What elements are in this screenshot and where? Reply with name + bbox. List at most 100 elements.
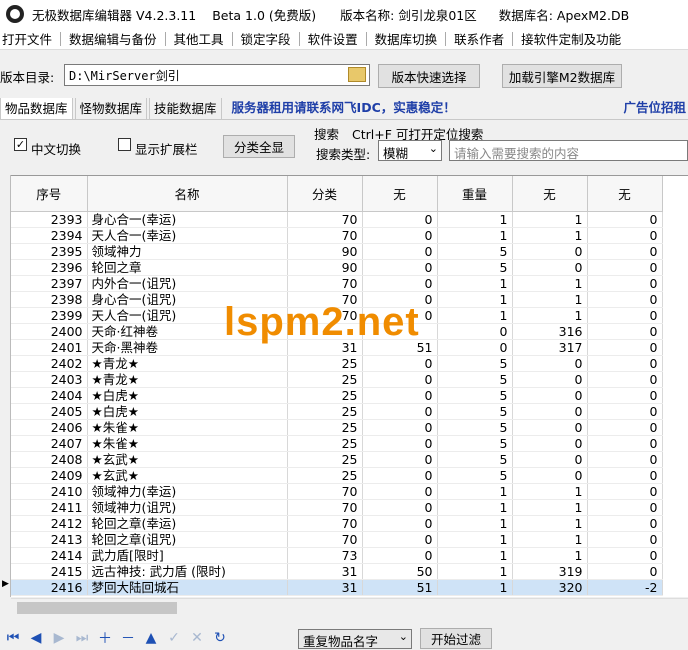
table-cell[interactable]: 2393 [11, 211, 88, 228]
menu-contact[interactable]: 联系作者 [446, 29, 512, 48]
table-row[interactable]: 2396 轮回之章 90 0 5 0 0 [11, 259, 663, 276]
table-cell[interactable]: 0 [362, 403, 438, 420]
table-cell[interactable]: 1 [437, 531, 513, 548]
table-cell[interactable]: 0 [362, 419, 438, 436]
table-cell[interactable]: 5 [437, 387, 513, 404]
table-cell[interactable]: 2400 [11, 323, 88, 340]
table-cell[interactable]: 1 [512, 227, 588, 244]
table-cell[interactable]: 25 [287, 387, 363, 404]
table-row[interactable]: 2409 ★玄武★ 25 0 5 0 0 [11, 467, 663, 484]
table-cell[interactable]: 317 [512, 339, 588, 356]
table-row[interactable]: 2414 武力盾[限时] 73 0 1 1 0 [11, 547, 663, 564]
table-cell[interactable]: 0 [587, 243, 663, 260]
table-cell[interactable]: 0 [512, 387, 588, 404]
table-cell[interactable]: 0 [512, 259, 588, 276]
menu-settings[interactable]: 软件设置 [300, 29, 366, 48]
table-cell[interactable]: 0 [362, 387, 438, 404]
table-row[interactable]: 2402 ★青龙★ 25 0 5 0 0 [11, 355, 663, 372]
table-cell[interactable]: 1 [512, 275, 588, 292]
refresh-icon[interactable]: ↻ [210, 628, 230, 648]
prior-icon[interactable]: ◀ [26, 628, 46, 648]
table-cell[interactable]: 轮回之章(诅咒) [87, 531, 288, 548]
table-cell[interactable]: 0 [587, 291, 663, 308]
table-cell[interactable]: 2397 [11, 275, 88, 292]
table-cell[interactable]: -2 [587, 579, 663, 596]
table-cell[interactable]: 0 [587, 435, 663, 452]
table-cell[interactable]: 0 [362, 275, 438, 292]
chinese-checkbox[interactable]: ✓ [14, 138, 27, 151]
table-cell[interactable]: 25 [287, 371, 363, 388]
table-cell[interactable]: 1 [512, 291, 588, 308]
table-row[interactable]: 2395 领域神力 90 0 5 0 0 [11, 243, 663, 260]
table-cell[interactable]: 2404 [11, 387, 88, 404]
table-row[interactable]: 2408 ★玄武★ 25 0 5 0 0 [11, 451, 663, 468]
table-cell[interactable]: 远古神技: 武力盾 (限时) [87, 563, 288, 580]
table-cell[interactable]: 天人合一(幸运) [87, 227, 288, 244]
table-cell[interactable]: 1 [437, 483, 513, 500]
table-cell[interactable]: 0 [587, 483, 663, 500]
table-row[interactable]: 2406 ★朱雀★ 25 0 5 0 0 [11, 419, 663, 436]
column-header[interactable]: 无 [362, 176, 438, 212]
table-cell[interactable]: 0 [512, 451, 588, 468]
table-cell[interactable]: 5 [437, 355, 513, 372]
table-row[interactable]: 2412 轮回之章(幸运) 70 0 1 1 0 [11, 515, 663, 532]
table-row[interactable]: 2403 ★青龙★ 25 0 5 0 0 [11, 371, 663, 388]
table-cell[interactable]: 轮回之章(幸运) [87, 515, 288, 532]
table-cell[interactable]: 0 [362, 531, 438, 548]
table-cell[interactable]: 1 [437, 291, 513, 308]
menu-lock-fields[interactable]: 锁定字段 [233, 29, 299, 48]
menu-other-tools[interactable]: 其他工具 [166, 29, 232, 48]
table-row[interactable]: 2415 远古神技: 武力盾 (限时) 31 50 1 319 0 [11, 563, 663, 580]
table-cell[interactable]: ★白虎★ [87, 403, 288, 420]
table-cell[interactable]: 2409 [11, 467, 88, 484]
table-cell[interactable]: 1 [512, 547, 588, 564]
menu-open-file[interactable]: 打开文件 [0, 29, 60, 48]
table-cell[interactable]: 0 [362, 483, 438, 500]
table-cell[interactable]: 5 [437, 451, 513, 468]
table-cell[interactable]: 1 [512, 307, 588, 324]
column-header[interactable]: 重量 [437, 176, 513, 212]
table-cell[interactable]: 1 [437, 211, 513, 228]
tab-skills[interactable]: 技能数据库 [149, 98, 222, 119]
table-cell[interactable]: 25 [287, 419, 363, 436]
table-cell[interactable]: 0 [587, 259, 663, 276]
table-cell[interactable]: 70 [287, 499, 363, 516]
dup-name-select[interactable]: 重复物品名字 ⌄ [298, 629, 412, 649]
table-cell[interactable]: 1 [437, 515, 513, 532]
table-cell[interactable]: 25 [287, 355, 363, 372]
table-cell[interactable]: 1 [437, 307, 513, 324]
table-cell[interactable]: 0 [587, 499, 663, 516]
table-row[interactable]: 2393 身心合一(幸运) 70 0 1 1 0 [11, 211, 663, 228]
table-cell[interactable]: 5 [437, 371, 513, 388]
table-cell[interactable]: 0 [362, 211, 438, 228]
next-icon[interactable]: ▶ [49, 628, 69, 648]
quick-select-button[interactable]: 版本快速选择 [378, 64, 480, 88]
table-cell[interactable]: 70 [287, 227, 363, 244]
table-row[interactable]: 2413 轮回之章(诅咒) 70 0 1 1 0 [11, 531, 663, 548]
table-cell[interactable]: ★玄武★ [87, 467, 288, 484]
table-cell[interactable]: ★朱雀★ [87, 419, 288, 436]
table-cell[interactable]: 2406 [11, 419, 88, 436]
table-cell[interactable]: ★朱雀★ [87, 435, 288, 452]
filter-button[interactable]: 开始过滤 [420, 628, 492, 649]
table-row[interactable]: 2397 内外合一(诅咒) 70 0 1 1 0 [11, 275, 663, 292]
cancel-icon[interactable]: ✕ [187, 628, 207, 648]
table-cell[interactable]: 73 [287, 547, 363, 564]
table-cell[interactable]: 身心合一(幸运) [87, 211, 288, 228]
edit-icon[interactable]: ▲ [141, 628, 161, 648]
table-cell[interactable]: 2401 [11, 339, 88, 356]
table-cell[interactable]: 梦回大陆回城石 [87, 579, 288, 596]
table-cell[interactable]: 31 [287, 563, 363, 580]
table-cell[interactable]: 320 [512, 579, 588, 596]
table-cell[interactable]: 90 [287, 259, 363, 276]
table-cell[interactable]: 25 [287, 451, 363, 468]
delete-icon[interactable]: － [118, 628, 138, 648]
table-cell[interactable]: 0 [512, 403, 588, 420]
table-cell[interactable]: 2414 [11, 547, 88, 564]
expand-all-button[interactable]: 分类全显 [223, 135, 295, 158]
table-cell[interactable]: 1 [512, 211, 588, 228]
table-cell[interactable]: 领域神力(幸运) [87, 483, 288, 500]
table-cell[interactable]: 0 [587, 563, 663, 580]
table-cell[interactable]: 70 [287, 515, 363, 532]
table-cell[interactable]: 0 [512, 355, 588, 372]
